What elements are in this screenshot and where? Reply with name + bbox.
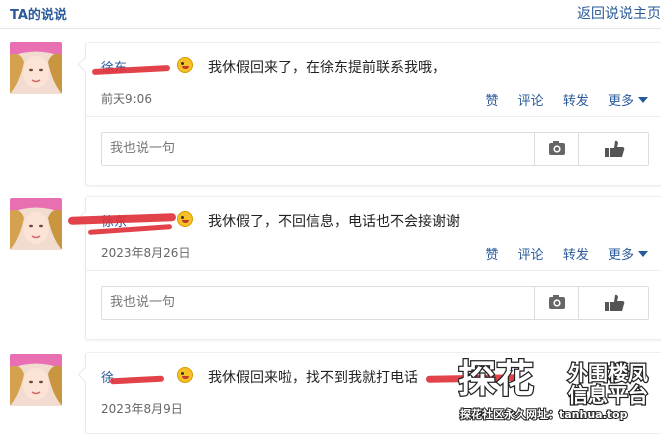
avatar[interactable] — [10, 354, 62, 406]
avatar[interactable] — [10, 198, 62, 250]
post-card: 徐东 我休假回来了，在徐东提前联系我哦， 前天9:06 赞 评论 转发 更多 — [77, 42, 661, 186]
post-time: 2023年8月26日 — [101, 246, 191, 260]
comment-input[interactable] — [108, 294, 442, 311]
thumbs-up-icon — [605, 294, 625, 311]
grin-emoji-icon — [177, 57, 193, 73]
post-time: 2023年8月9日 — [101, 402, 183, 416]
page-title: TA的说说 — [10, 8, 67, 23]
share-button[interactable]: 转发 — [563, 248, 589, 263]
like-button[interactable]: 赞 — [486, 94, 499, 109]
back-to-home-link[interactable]: 返回说说主页 — [577, 3, 661, 23]
thumbs-up-icon — [605, 140, 625, 157]
camera-icon — [549, 141, 565, 155]
post-actions: 赞 评论 转发 更多 — [471, 244, 648, 263]
post-text: 我休假了，不回信息，电话也不会接谢谢 — [208, 214, 460, 230]
grin-emoji-icon — [177, 367, 193, 383]
like-icon-button[interactable] — [578, 287, 649, 319]
chevron-down-icon — [638, 251, 648, 257]
comment-box — [101, 286, 649, 320]
camera-button[interactable] — [534, 133, 579, 165]
watermark-tagline: 探花社区永久网址：tanhua.top — [460, 407, 628, 421]
post-card: 徐东 我休假了，不回信息，电话也不会接谢谢 2023年8月26日 赞 评论 转发… — [67, 196, 661, 340]
post-actions: 赞 评论 转发 更多 — [471, 90, 648, 109]
comment-button[interactable]: 评论 — [518, 94, 544, 109]
camera-icon — [549, 295, 565, 309]
avatar[interactable] — [10, 42, 62, 94]
watermark-brand-line-1: 外围楼凤 — [568, 361, 648, 385]
watermark-brand-line-2: 信息平台 — [568, 383, 648, 407]
like-button[interactable]: 赞 — [486, 248, 499, 263]
more-button[interactable]: 更多 — [608, 94, 648, 109]
grin-emoji-icon — [177, 211, 193, 227]
watermark-overlay: 探花 外围楼凤 信息平台 探花社区永久网址：tanhua.top — [457, 352, 661, 425]
comment-input[interactable] — [108, 140, 442, 157]
chevron-down-icon — [638, 97, 648, 103]
redaction-mark — [109, 375, 165, 385]
watermark-brand-left: 探花 — [458, 357, 534, 401]
camera-button[interactable] — [534, 287, 579, 319]
post-time: 前天9:06 — [101, 92, 152, 106]
like-icon-button[interactable] — [578, 133, 649, 165]
more-button[interactable]: 更多 — [608, 248, 648, 263]
comment-button[interactable]: 评论 — [518, 248, 544, 263]
post-item: 徐东 我休假回来了，在徐东提前联系我哦， 前天9:06 赞 评论 转发 更多 — [0, 42, 661, 190]
post-text: 我休假回来啦，找不到我就打电话 — [208, 370, 418, 386]
post-item: 徐东 我休假了，不回信息，电话也不会接谢谢 2023年8月26日 赞 评论 转发… — [0, 196, 661, 346]
share-button[interactable]: 转发 — [563, 94, 589, 109]
post-text: 我休假回来了，在徐东提前联系我哦， — [208, 60, 446, 76]
comment-box — [101, 132, 649, 166]
top-bar: TA的说说 返回说说主页 — [0, 0, 661, 29]
